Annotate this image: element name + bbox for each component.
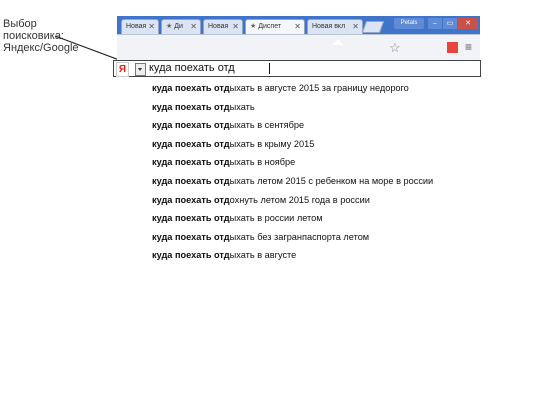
minimize-icon[interactable]: – — [428, 18, 442, 29]
suggestion-match: куда поехать отд — [152, 231, 230, 242]
popup-pointer — [332, 39, 344, 45]
suggestion-match: куда поехать отд — [152, 250, 230, 261]
suggestion-rest: ыхать в ноябре — [229, 157, 296, 168]
close-icon[interactable]: ✕ — [190, 20, 197, 34]
browser-window: Новая ✕ ★ Ди ✕ Новая ✕ ★ Диспет ✕ Новая вк… — [117, 16, 480, 62]
suggestion-match: куда поехать отд — [152, 157, 230, 168]
search-input[interactable]: куда поехать отд — [149, 61, 235, 76]
suggestion-match: куда поехать отд — [152, 83, 230, 93]
suggestion-item[interactable]: куда поехать отдыхать без загранпаспорта… — [152, 228, 433, 247]
tab-1-label: Новая — [126, 23, 147, 30]
tab-5-label: Новая вкл — [312, 23, 346, 30]
suggestion-item[interactable]: куда поехать отдыхать в крыму 2015 — [152, 135, 433, 154]
suggestion-match: куда поехать отд — [152, 101, 230, 112]
close-icon[interactable]: ✕ — [232, 20, 239, 34]
tab-1[interactable]: Новая ✕ — [121, 19, 159, 34]
tab-5[interactable]: Новая вкл ✕ — [307, 19, 363, 34]
tab-3-label: Новая — [208, 23, 229, 30]
star-icon: ★ — [166, 23, 173, 30]
yandex-logo-icon[interactable]: Я — [116, 62, 129, 77]
annotation-line-3: Яндекс/Google — [3, 42, 79, 54]
suggestion-item[interactable]: куда поехать отдыхать в россии летом — [152, 209, 433, 228]
annotation-label: Выбор поисковика: Яндекс/Google — [3, 18, 79, 54]
suggestion-item[interactable]: куда поехать отдыхать в сентябре — [152, 116, 433, 135]
browser-toolbar: ☆ ≡ — [117, 34, 480, 62]
menu-icon[interactable]: ≡ — [465, 40, 472, 54]
suggestion-match: куда поехать отд — [152, 194, 230, 205]
suggestion-rest: ыхать в россии летом — [229, 213, 323, 224]
new-tab-button[interactable] — [361, 21, 385, 33]
tab-4-active[interactable]: ★ Диспет ✕ — [245, 19, 305, 34]
suggestion-rest: охнуть летом 2015 года в россии — [229, 194, 370, 205]
bookmark-star-icon[interactable]: ☆ — [389, 40, 401, 56]
suggestion-item[interactable]: куда поехать отдохнуть летом 2015 года в… — [152, 191, 433, 210]
star-icon: ★ — [250, 23, 257, 30]
close-icon[interactable]: ✕ — [294, 20, 301, 34]
close-icon[interactable]: ✕ — [352, 20, 359, 34]
suggestion-item[interactable]: куда поехать отдыхать в ноябре — [152, 153, 433, 172]
tab-2[interactable]: ★ Ди ✕ — [161, 19, 201, 34]
suggestion-rest: ыхать без загранпаспорта летом — [229, 231, 370, 242]
suggestion-rest: ыхать в сентябре — [229, 120, 305, 131]
annotation-line-1: Выбор — [3, 18, 37, 30]
annotation-line-2: поисковика: — [3, 30, 64, 42]
close-icon[interactable]: ✕ — [148, 20, 155, 34]
suggestion-match: куда поехать отд — [152, 120, 230, 131]
suggestion-item[interactable]: куда поехать отдыхать — [152, 98, 433, 117]
tab-2-label: Ди — [174, 23, 183, 30]
text-caret — [269, 63, 270, 74]
tab-3[interactable]: Новая ✕ — [203, 19, 243, 34]
suggestion-item[interactable]: куда поехать отдыхать в августе 2015 за … — [152, 79, 433, 98]
search-bar: Я куда поехать отд — [113, 60, 481, 77]
engine-dropdown-button[interactable] — [135, 63, 146, 76]
suggestion-match: куда поехать отд — [152, 175, 230, 186]
tab-4-label: Диспет — [258, 23, 282, 30]
suggestion-item[interactable]: куда поехать отдыхать летом 2015 с ребен… — [152, 172, 433, 191]
suggestion-rest: ыхать — [229, 101, 255, 112]
suggestion-list: куда поехать отдыхать в августе 2015 за … — [152, 79, 433, 265]
suggestion-rest: ыхать в крыму 2015 — [229, 138, 315, 149]
suggestion-rest: ыхать в августе 2015 за границу недорого — [229, 83, 409, 93]
suggestion-match: куда поехать отд — [152, 213, 230, 224]
suggestion-rest: ыхать летом 2015 с ребенком на море в ро… — [229, 175, 434, 186]
extension-icon[interactable] — [447, 42, 458, 53]
suggestion-item[interactable]: куда поехать отдыхать в августе — [152, 246, 433, 265]
suggestion-match: куда поехать отд — [152, 138, 230, 149]
profile-button[interactable]: Petals — [394, 18, 424, 29]
tab-strip: Новая ✕ ★ Ди ✕ Новая ✕ ★ Диспет ✕ Новая вк… — [117, 16, 480, 34]
suggestion-rest: ыхать в августе — [229, 250, 297, 261]
maximize-icon[interactable]: ▭ — [443, 18, 457, 29]
window-close-icon[interactable]: ✕ — [458, 18, 478, 29]
